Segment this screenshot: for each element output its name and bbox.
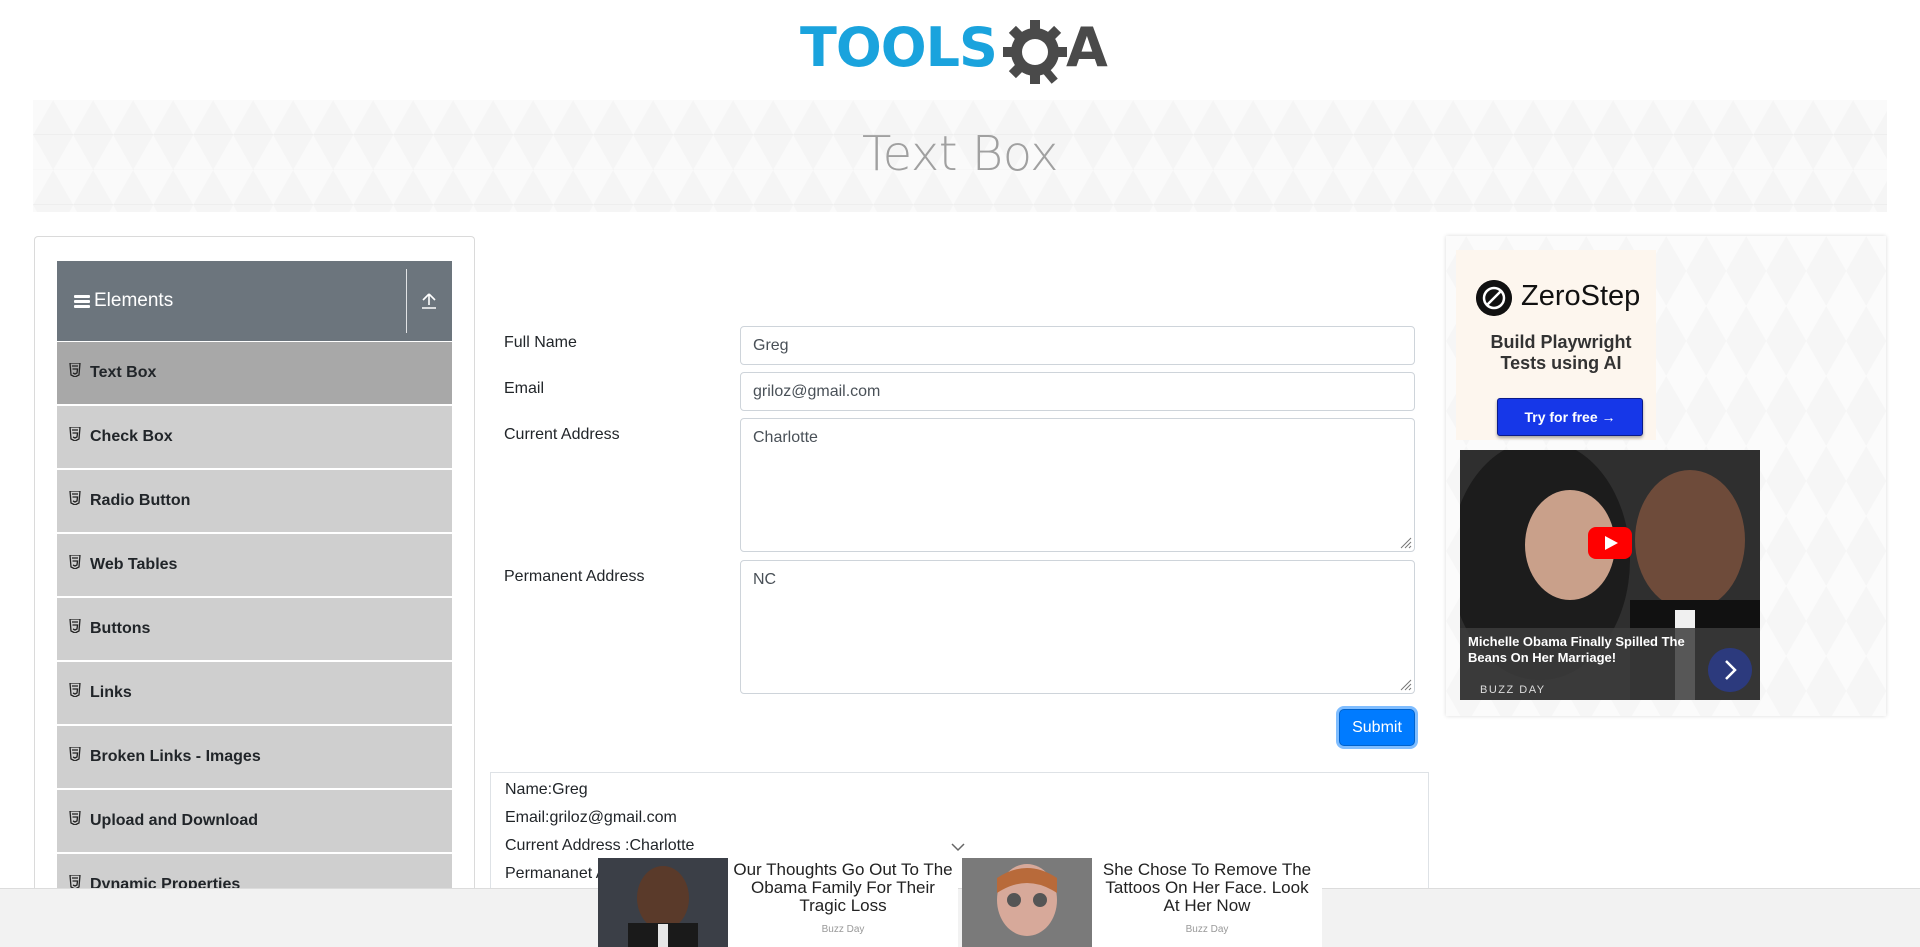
ad-source: Buzz Day: [1185, 924, 1229, 935]
elements-menu: Text Box Check Box Radio Button Web Tabl…: [57, 341, 452, 917]
ad-source: Buzz Day: [821, 924, 865, 935]
sidebar-item-label: Upload and Download: [90, 812, 258, 829]
full-name-label: Full Name: [504, 334, 577, 351]
sidebar-item-label: Text Box: [90, 364, 157, 381]
elements-group-header[interactable]: Elements: [57, 261, 452, 341]
email-input[interactable]: [740, 372, 1415, 411]
full-name-input[interactable]: [740, 326, 1415, 365]
ad-headline: Our Thoughts Go Out To The Obama Family …: [733, 860, 953, 915]
sidebar-item-label: Check Box: [90, 428, 173, 445]
sidebar-item-label: Radio Button: [90, 492, 191, 509]
output-email: Email:griloz@gmail.com: [505, 809, 677, 826]
current-address-label: Current Address: [504, 426, 620, 443]
play-icon[interactable]: [1588, 527, 1632, 559]
sidebar-ad: ZeroStep Build Playwright Tests using AI…: [1446, 236, 1886, 716]
group-title: Elements: [94, 290, 174, 311]
html5-badge-icon: [69, 811, 81, 825]
site-header: TOOLS A: [0, 0, 1920, 100]
html5-badge-icon: [69, 875, 81, 889]
sidebar-item-label: Links: [90, 684, 132, 701]
sidebar-item-label: Buttons: [90, 620, 151, 637]
toolsqa-logo[interactable]: TOOLS A: [800, 14, 1130, 90]
sidebar: Elements Text Box Check Box Radio Button…: [34, 236, 475, 947]
sidebar-item-upload-download[interactable]: Upload and Download: [57, 789, 452, 853]
sidebar-item-buttons[interactable]: Buttons: [57, 597, 452, 661]
chevron-down-icon[interactable]: [950, 842, 966, 852]
zerostep-brand: ZeroStep: [1521, 280, 1641, 312]
bottom-ad-2[interactable]: She Chose To Remove The Tattoos On Her F…: [962, 858, 1322, 947]
sidebar-item-label: Web Tables: [90, 556, 178, 573]
ad-thumbnail: [962, 858, 1092, 947]
zerostep-ad-card[interactable]: ZeroStep Build Playwright Tests using AI…: [1456, 250, 1656, 440]
output-name: Name:Greg: [505, 781, 588, 798]
html5-badge-icon: [69, 555, 81, 569]
svg-text:TOOLS: TOOLS: [800, 16, 997, 79]
resize-grip-icon[interactable]: [1400, 537, 1412, 549]
html5-badge-icon: [69, 427, 81, 441]
collapse-arrow-icon[interactable]: [420, 291, 438, 311]
ad-thumbnail: [598, 858, 728, 947]
video-headline: Michelle Obama Finally Spilled The Beans…: [1468, 634, 1685, 665]
sidebar-item-text-box[interactable]: Text Box: [57, 341, 452, 405]
svg-text:A: A: [1066, 16, 1108, 79]
permanent-address-label: Permanent Address: [504, 568, 645, 585]
video-ad[interactable]: Michelle Obama Finally Spilled The Beans…: [1460, 450, 1760, 700]
email-label: Email: [504, 380, 545, 397]
sidebar-item-links[interactable]: Links: [57, 661, 452, 725]
sidebar-item-radio-button[interactable]: Radio Button: [57, 469, 452, 533]
video-source: BUZZ DAY: [1480, 684, 1546, 696]
page-banner: Text Box: [33, 100, 1887, 212]
bottom-ad-bar: [0, 888, 1920, 947]
html5-badge-icon: [69, 363, 81, 377]
resize-grip-icon[interactable]: [1400, 679, 1412, 691]
sidebar-item-check-box[interactable]: Check Box: [57, 405, 452, 469]
sidebar-item-web-tables[interactable]: Web Tables: [57, 533, 452, 597]
bottom-ad-1[interactable]: Our Thoughts Go Out To The Obama Family …: [598, 858, 958, 947]
html5-badge-icon: [69, 491, 81, 505]
submit-button[interactable]: Submit: [1339, 709, 1415, 746]
ad-headline: She Chose To Remove The Tattoos On Her F…: [1102, 860, 1312, 915]
html5-badge-icon: [69, 619, 81, 633]
video-caption: Michelle Obama Finally Spilled The Beans…: [1460, 628, 1760, 700]
hamburger-icon: [74, 293, 90, 310]
header-divider: [406, 269, 407, 333]
html5-badge-icon: [69, 683, 81, 697]
try-for-free-button[interactable]: Try for free →: [1497, 398, 1643, 436]
html5-badge-icon: [69, 747, 81, 761]
page-title: Text Box: [861, 126, 1059, 182]
zerostep-logo-icon: [1476, 280, 1512, 316]
current-address-textarea[interactable]: Charlotte: [740, 418, 1415, 552]
sidebar-item-broken-links[interactable]: Broken Links - Images: [57, 725, 452, 789]
chevron-right-icon[interactable]: [1708, 648, 1752, 692]
zerostep-tagline: Build Playwright Tests using AI: [1490, 332, 1632, 373]
sidebar-item-label: Broken Links - Images: [90, 748, 261, 765]
permanent-address-textarea[interactable]: NC: [740, 560, 1415, 694]
